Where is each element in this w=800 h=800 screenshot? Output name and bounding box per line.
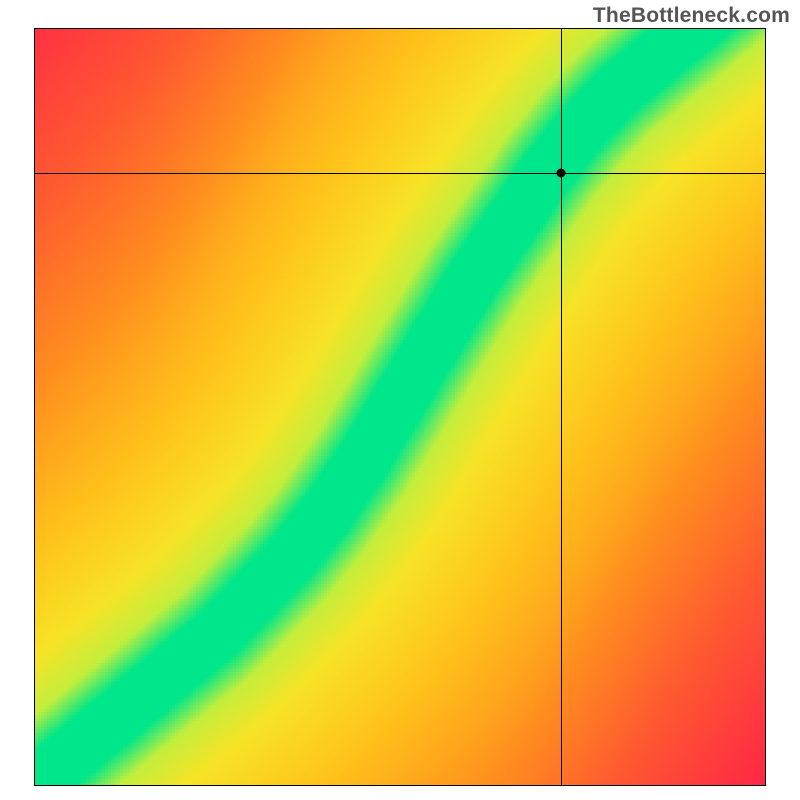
watermark-text: TheBottleneck.com [593, 4, 790, 28]
marker-dot [556, 168, 565, 177]
crosshair-horizontal [35, 173, 765, 174]
heatmap-canvas [35, 29, 765, 785]
crosshair-vertical [561, 29, 562, 785]
heatmap-chart [34, 28, 766, 786]
